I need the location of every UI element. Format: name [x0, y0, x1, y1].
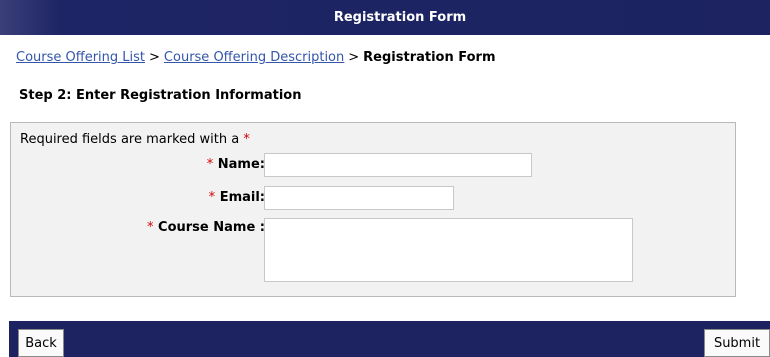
- required-marker: *: [208, 190, 216, 205]
- email-input[interactable]: [264, 186, 454, 210]
- email-label-text: Email:: [219, 190, 265, 205]
- name-label: * Name:: [207, 157, 265, 172]
- required-marker: *: [243, 132, 250, 147]
- submit-button[interactable]: Submit: [704, 329, 770, 357]
- required-marker: *: [147, 220, 154, 235]
- required-note-text: Required fields are marked with a: [20, 132, 240, 147]
- required-marker: *: [206, 157, 214, 172]
- course-name-textarea[interactable]: [264, 218, 633, 282]
- step-heading: Step 2: Enter Registration Information: [19, 88, 302, 103]
- course-name-label-text: Course Name :: [158, 220, 265, 235]
- email-label: * Email:: [209, 190, 265, 205]
- course-name-label: * Course Name :: [147, 220, 265, 235]
- page-title: Registration Form: [333, 10, 467, 25]
- footer-bar: [9, 321, 770, 357]
- breadcrumb: Course Offering List > Course Offering Des…: [16, 50, 496, 65]
- registration-form-panel: Required fields are marked with a * * Na…: [10, 122, 736, 297]
- breadcrumb-separator: >: [348, 50, 360, 65]
- breadcrumb-separator: >: [149, 50, 160, 65]
- back-button[interactable]: Back: [18, 329, 64, 357]
- breadcrumb-current: Registration Form: [363, 50, 496, 65]
- breadcrumb-course-offering-description[interactable]: Course Offering Description: [164, 50, 344, 65]
- page-header: Registration Form: [0, 0, 770, 35]
- name-label-text: Name:: [217, 157, 265, 172]
- breadcrumb-course-offering-list[interactable]: Course Offering List: [16, 50, 145, 65]
- required-fields-note: Required fields are marked with a *: [20, 132, 250, 147]
- name-input[interactable]: [264, 153, 532, 177]
